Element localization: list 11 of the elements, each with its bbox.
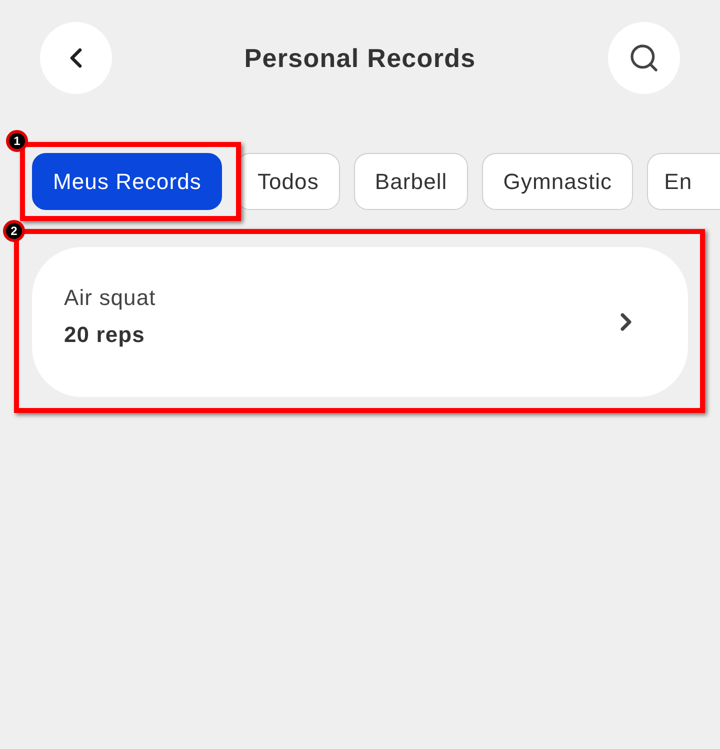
search-icon (628, 42, 660, 74)
record-name: Air squat (64, 284, 156, 312)
filter-chip[interactable]: Meus Records (32, 153, 222, 210)
annotation-marker: 1 (6, 130, 28, 152)
filter-chip[interactable]: En (647, 153, 720, 210)
filter-chip[interactable]: Gymnastic (482, 153, 634, 210)
record-card[interactable]: Air squat 20 reps (32, 247, 688, 397)
annotation-marker: 2 (3, 220, 25, 242)
page-title: Personal Records (244, 42, 476, 74)
record-value: 20 reps (64, 321, 146, 349)
filter-chip[interactable]: Barbell (354, 153, 468, 210)
